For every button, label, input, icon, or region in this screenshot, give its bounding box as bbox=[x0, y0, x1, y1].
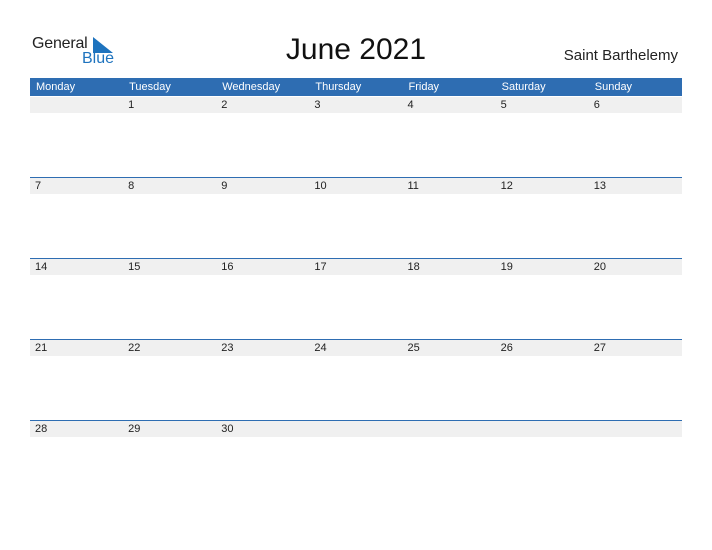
day-cell: 30 bbox=[221, 423, 234, 435]
day-cell: 24 bbox=[314, 342, 327, 354]
day-cell: 12 bbox=[500, 180, 513, 192]
day-cell: 13 bbox=[593, 180, 606, 192]
day-cell: 1 bbox=[128, 99, 135, 111]
week-row-2: 7 8 9 10 11 12 13 bbox=[30, 177, 682, 194]
weekday-tuesday: Tuesday bbox=[129, 81, 171, 93]
country-label: Saint Barthelemy bbox=[563, 47, 678, 64]
day-cell: 2 bbox=[221, 99, 228, 111]
day-cell: 3 bbox=[314, 99, 321, 111]
week-row-4: 21 22 23 24 25 26 27 bbox=[30, 339, 682, 356]
day-cell: 15 bbox=[128, 261, 141, 273]
day-cell bbox=[403, 421, 496, 437]
day-cell: 26 bbox=[500, 342, 513, 354]
day-cell: 16 bbox=[221, 261, 234, 273]
day-cell: 7 bbox=[35, 180, 42, 192]
weekday-saturday: Saturday bbox=[501, 81, 546, 93]
day-cell: 25 bbox=[407, 342, 420, 354]
week-row-3: 14 15 16 17 18 19 20 bbox=[30, 258, 682, 275]
day-cell: 14 bbox=[35, 261, 48, 273]
day-cell: 10 bbox=[314, 180, 327, 192]
day-cell bbox=[496, 421, 589, 437]
day-cell: 11 bbox=[407, 180, 419, 192]
day-cell: 8 bbox=[128, 180, 135, 192]
weekday-wednesday: Wednesday bbox=[222, 81, 281, 93]
weekday-friday: Friday bbox=[408, 81, 440, 93]
day-cell: 4 bbox=[407, 99, 414, 111]
day-cell: 5 bbox=[500, 99, 507, 111]
week-row-1: 1 2 3 4 5 6 bbox=[30, 97, 682, 113]
day-cell: 22 bbox=[128, 342, 141, 354]
weekday-monday: Monday bbox=[36, 81, 76, 93]
day-cell: 19 bbox=[500, 261, 513, 273]
day-cell: 28 bbox=[35, 423, 48, 435]
day-cell: 29 bbox=[128, 423, 141, 435]
week-row-5: 28 29 30 bbox=[30, 420, 682, 437]
weekday-thursday: Thursday bbox=[315, 81, 362, 93]
day-cell: 23 bbox=[221, 342, 234, 354]
day-cell bbox=[30, 97, 123, 113]
day-cell: 20 bbox=[593, 261, 606, 273]
day-cell bbox=[589, 421, 682, 437]
weekday-header: Monday Tuesday Wednesday Thursday Friday… bbox=[30, 78, 682, 96]
weekday-sunday: Sunday bbox=[594, 81, 633, 93]
day-cell: 27 bbox=[593, 342, 606, 354]
day-cell bbox=[309, 421, 402, 437]
day-cell: 6 bbox=[593, 99, 600, 111]
day-cell: 18 bbox=[407, 261, 420, 273]
day-cell: 21 bbox=[35, 342, 48, 354]
day-cell: 17 bbox=[314, 261, 327, 273]
day-cell: 9 bbox=[221, 180, 228, 192]
